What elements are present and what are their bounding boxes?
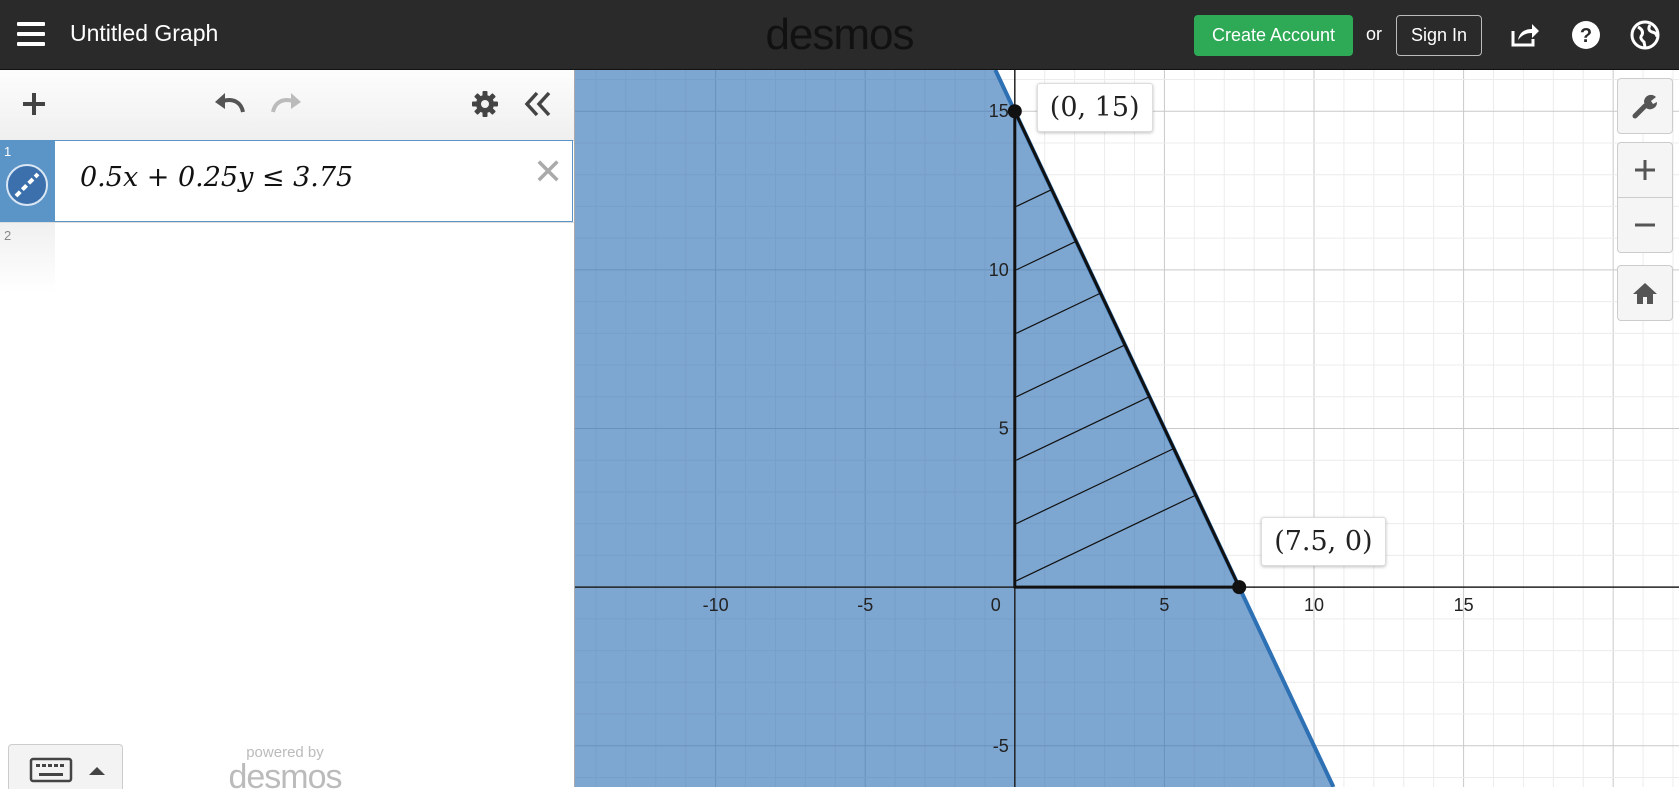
data-point <box>1232 580 1247 595</box>
expression-row[interactable]: 1 0.5x + 0.25y ≤ 3.75 ✕ <box>0 140 574 223</box>
expression-number: 2 <box>4 228 12 243</box>
expression-panel: 1 0.5x + 0.25y ≤ 3.75 ✕ 2 powered by des… <box>0 70 575 796</box>
add-icon[interactable] <box>14 84 54 124</box>
x-tick-label: -10 <box>703 595 729 615</box>
language-globe-icon[interactable] <box>1628 18 1662 52</box>
home-icon[interactable] <box>1618 266 1672 320</box>
desmos-logo: desmos <box>765 10 914 59</box>
undo-icon[interactable] <box>210 84 250 124</box>
x-tick-label: 5 <box>1159 595 1169 615</box>
x-tick-label: 10 <box>1304 595 1324 615</box>
graph-canvas[interactable]: -10 -5 0 5 10 15 15 10 5 -5 <box>575 70 1679 787</box>
y-tick-label: 5 <box>999 419 1009 439</box>
graph-title[interactable]: Untitled Graph <box>70 20 218 47</box>
expression-input[interactable]: 0.5x + 0.25y ≤ 3.75 <box>80 162 353 193</box>
redo-icon[interactable] <box>266 84 306 124</box>
zoom-in-icon[interactable] <box>1618 143 1672 198</box>
expression-gutter: 1 <box>0 140 55 222</box>
line-style-icon[interactable] <box>6 164 48 206</box>
settings-gear-icon[interactable] <box>465 84 505 124</box>
svg-text:?: ? <box>1580 25 1592 47</box>
create-account-button[interactable]: Create Account <box>1194 15 1353 56</box>
powered-by-desmos-logo[interactable]: desmos <box>210 758 360 797</box>
point-label[interactable]: (7.5, 0) <box>1261 517 1386 567</box>
zoom-controls <box>1617 142 1673 253</box>
expression-toolbar <box>0 70 574 141</box>
help-icon[interactable]: ? <box>1569 18 1603 52</box>
keyboard-icon <box>29 757 105 783</box>
default-view-tool <box>1617 265 1673 321</box>
graph-settings-tool <box>1617 78 1673 134</box>
zoom-out-icon[interactable] <box>1618 198 1672 252</box>
graph-plot[interactable]: -10 -5 0 5 10 15 15 10 5 -5 <box>575 70 1679 787</box>
x-tick-label: -5 <box>857 595 873 615</box>
x-tick-label: 0 <box>991 595 1001 615</box>
or-label: or <box>1366 24 1383 44</box>
sign-in-button[interactable]: Sign In <box>1396 15 1482 56</box>
x-tick-label: 15 <box>1454 595 1474 615</box>
y-tick-label: -5 <box>993 736 1009 756</box>
top-bar: Untitled Graph desmos Create Account or … <box>0 0 1679 70</box>
wrench-icon[interactable] <box>1618 79 1672 133</box>
share-icon[interactable] <box>1508 18 1542 52</box>
expression-gutter: 2 <box>0 223 55 293</box>
y-tick-label: 15 <box>989 101 1009 121</box>
point-label[interactable]: (0, 15) <box>1036 83 1153 133</box>
expression-number: 1 <box>4 144 12 159</box>
collapse-panel-icon[interactable] <box>518 84 558 124</box>
y-tick-label: 10 <box>989 260 1009 280</box>
hamburger-icon[interactable] <box>17 22 45 46</box>
expression-row-empty[interactable]: 2 <box>0 223 574 293</box>
data-point <box>1007 104 1022 119</box>
delete-expression-icon[interactable]: ✕ <box>533 154 563 190</box>
keyboard-toggle-button[interactable] <box>8 744 123 789</box>
